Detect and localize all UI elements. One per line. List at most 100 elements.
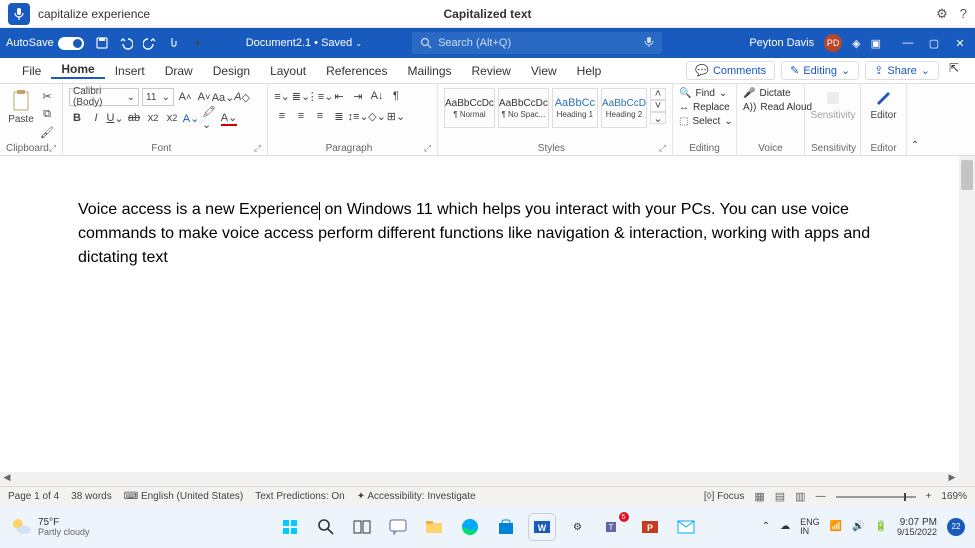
weather-widget[interactable]: 75°FPartly cloudy: [10, 516, 90, 538]
task-settings-icon[interactable]: ⚙: [565, 514, 591, 540]
task-powerpoint-icon[interactable]: P: [637, 514, 663, 540]
style-heading2[interactable]: AaBbCcDHeading 2: [601, 88, 647, 128]
zoom-in-icon[interactable]: +: [926, 491, 932, 502]
tray-overflow-icon[interactable]: ⌃: [762, 521, 770, 532]
tab-draw[interactable]: Draw: [155, 64, 203, 78]
tray-onedrive-icon[interactable]: ☁: [780, 521, 790, 532]
tray-notifications[interactable]: 22: [947, 518, 965, 536]
focus-mode-button[interactable]: [◊] Focus: [704, 491, 745, 502]
font-name-combo[interactable]: Calibri (Body)⌄: [69, 88, 139, 106]
sort-icon[interactable]: A↓: [369, 88, 385, 104]
task-mail-icon[interactable]: [673, 514, 699, 540]
tray-volume-icon[interactable]: 🔊: [852, 521, 864, 532]
paste-button[interactable]: Paste: [6, 88, 36, 125]
tab-insert[interactable]: Insert: [105, 64, 155, 78]
font-launcher-icon[interactable]: ⤢: [254, 143, 261, 154]
font-color-icon[interactable]: A⌄: [221, 110, 237, 126]
show-marks-icon[interactable]: ¶: [388, 88, 404, 104]
change-case-icon[interactable]: Aa⌄: [215, 89, 231, 105]
voice-help-icon[interactable]: ?: [960, 6, 967, 22]
app-mode-icon[interactable]: ▣: [871, 37, 881, 50]
select-button[interactable]: ⬚ Select ⌄: [679, 116, 733, 127]
user-avatar[interactable]: PD: [824, 34, 842, 52]
tab-references[interactable]: References: [316, 64, 397, 78]
share-button[interactable]: ⇪ Share ⌄: [865, 61, 939, 80]
print-layout-icon[interactable]: ▤: [775, 490, 785, 503]
increase-indent-icon[interactable]: ⇥: [350, 88, 366, 104]
task-word-icon[interactable]: W: [529, 514, 555, 540]
tab-review[interactable]: Review: [462, 64, 521, 78]
superscript-icon[interactable]: x2: [164, 110, 180, 126]
line-spacing-icon[interactable]: ↕≡⌄: [350, 108, 366, 124]
borders-icon[interactable]: ⊞⌄: [388, 108, 404, 124]
tray-clock[interactable]: 9:07 PM 9/15/2022: [897, 517, 937, 538]
zoom-value[interactable]: 169%: [941, 491, 967, 502]
touch-mode-icon[interactable]: [166, 35, 182, 51]
status-lang[interactable]: ⌨ English (United States): [124, 491, 244, 502]
document-page[interactable]: Voice access is a new Experience on Wind…: [0, 156, 975, 270]
document-area[interactable]: Voice access is a new Experience on Wind…: [0, 156, 975, 486]
status-predictions[interactable]: Text Predictions: On: [255, 491, 344, 502]
zoom-slider[interactable]: [836, 496, 916, 498]
justify-icon[interactable]: ≣: [331, 108, 347, 124]
style-heading1[interactable]: AaBbCcHeading 1: [552, 88, 598, 128]
task-chat-icon[interactable]: [385, 514, 411, 540]
paragraph-launcher-icon[interactable]: ⤢: [424, 143, 431, 154]
styles-more-icon[interactable]: ⌄: [650, 112, 666, 124]
styles-up-icon[interactable]: ˄: [650, 88, 666, 100]
read-mode-icon[interactable]: ▦: [754, 490, 764, 503]
hscroll-right-icon[interactable]: ▶: [945, 472, 959, 486]
voice-settings-icon[interactable]: ⚙: [936, 6, 948, 22]
copy-icon[interactable]: ⧉: [39, 106, 55, 122]
multilevel-icon[interactable]: ⋮≡⌄: [312, 88, 328, 104]
styles-down-icon[interactable]: ˅: [650, 100, 666, 112]
bullets-icon[interactable]: ≡⌄: [274, 88, 290, 104]
vertical-scrollbar[interactable]: [959, 156, 975, 486]
task-edge-icon[interactable]: [457, 514, 483, 540]
italic-icon[interactable]: I: [88, 110, 104, 126]
diamond-icon[interactable]: ◈: [852, 37, 860, 50]
underline-icon[interactable]: U ⌄: [107, 110, 123, 126]
tab-help[interactable]: Help: [567, 64, 612, 78]
align-right-icon[interactable]: ≡: [312, 108, 328, 124]
tab-design[interactable]: Design: [203, 64, 260, 78]
styles-launcher-icon[interactable]: ⤢: [659, 143, 666, 154]
align-center-icon[interactable]: ≡: [293, 108, 309, 124]
clipboard-launcher-icon[interactable]: ⤢: [49, 143, 56, 154]
highlight-icon[interactable]: 🖍⌄: [202, 110, 218, 126]
find-button[interactable]: 🔍 Find ⌄: [679, 88, 727, 99]
format-painter-icon[interactable]: 🖌: [39, 124, 55, 140]
clear-format-icon[interactable]: A◇: [234, 89, 250, 105]
web-layout-icon[interactable]: ▥: [795, 490, 805, 503]
user-name[interactable]: Peyton Davis: [749, 37, 814, 49]
dictate-button[interactable]: 🎤 Dictate: [743, 88, 791, 99]
tab-view[interactable]: View: [521, 64, 567, 78]
decrease-indent-icon[interactable]: ⇤: [331, 88, 347, 104]
comments-button[interactable]: 💬 Comments: [686, 61, 775, 80]
share-overflow-icon[interactable]: ⇱: [945, 61, 963, 80]
search-mic-icon[interactable]: [644, 36, 654, 51]
tab-layout[interactable]: Layout: [260, 64, 316, 78]
align-left-icon[interactable]: ≡: [274, 108, 290, 124]
shading-icon[interactable]: ◇⌄: [369, 108, 385, 124]
voice-mic-icon[interactable]: [8, 3, 30, 25]
document-name[interactable]: Document2.1 • Saved ⌄: [246, 37, 362, 49]
horizontal-scrollbar[interactable]: ◀ ▶: [0, 472, 959, 486]
save-icon[interactable]: [94, 35, 110, 51]
style-no-spacing[interactable]: AaBbCcDc¶ No Spac...: [498, 88, 549, 128]
status-words[interactable]: 38 words: [71, 491, 112, 502]
maximize-button[interactable]: ▢: [925, 37, 943, 50]
text-effects-icon[interactable]: A⌄: [183, 110, 199, 126]
zoom-out-icon[interactable]: —: [816, 491, 826, 502]
read-aloud-button[interactable]: A)) Read Aloud: [743, 102, 812, 113]
task-store-icon[interactable]: [493, 514, 519, 540]
toggle-switch[interactable]: [58, 37, 84, 50]
autosave-toggle[interactable]: AutoSave: [6, 37, 84, 50]
collapse-ribbon-icon[interactable]: ⌃: [907, 84, 923, 155]
tab-mailings[interactable]: Mailings: [397, 64, 461, 78]
tab-file[interactable]: File: [12, 64, 51, 78]
hscroll-left-icon[interactable]: ◀: [0, 472, 14, 486]
task-view-icon[interactable]: [349, 514, 375, 540]
tray-ime[interactable]: ENG IN: [800, 518, 820, 536]
sensitivity-button[interactable]: Sensitivity: [811, 88, 855, 121]
